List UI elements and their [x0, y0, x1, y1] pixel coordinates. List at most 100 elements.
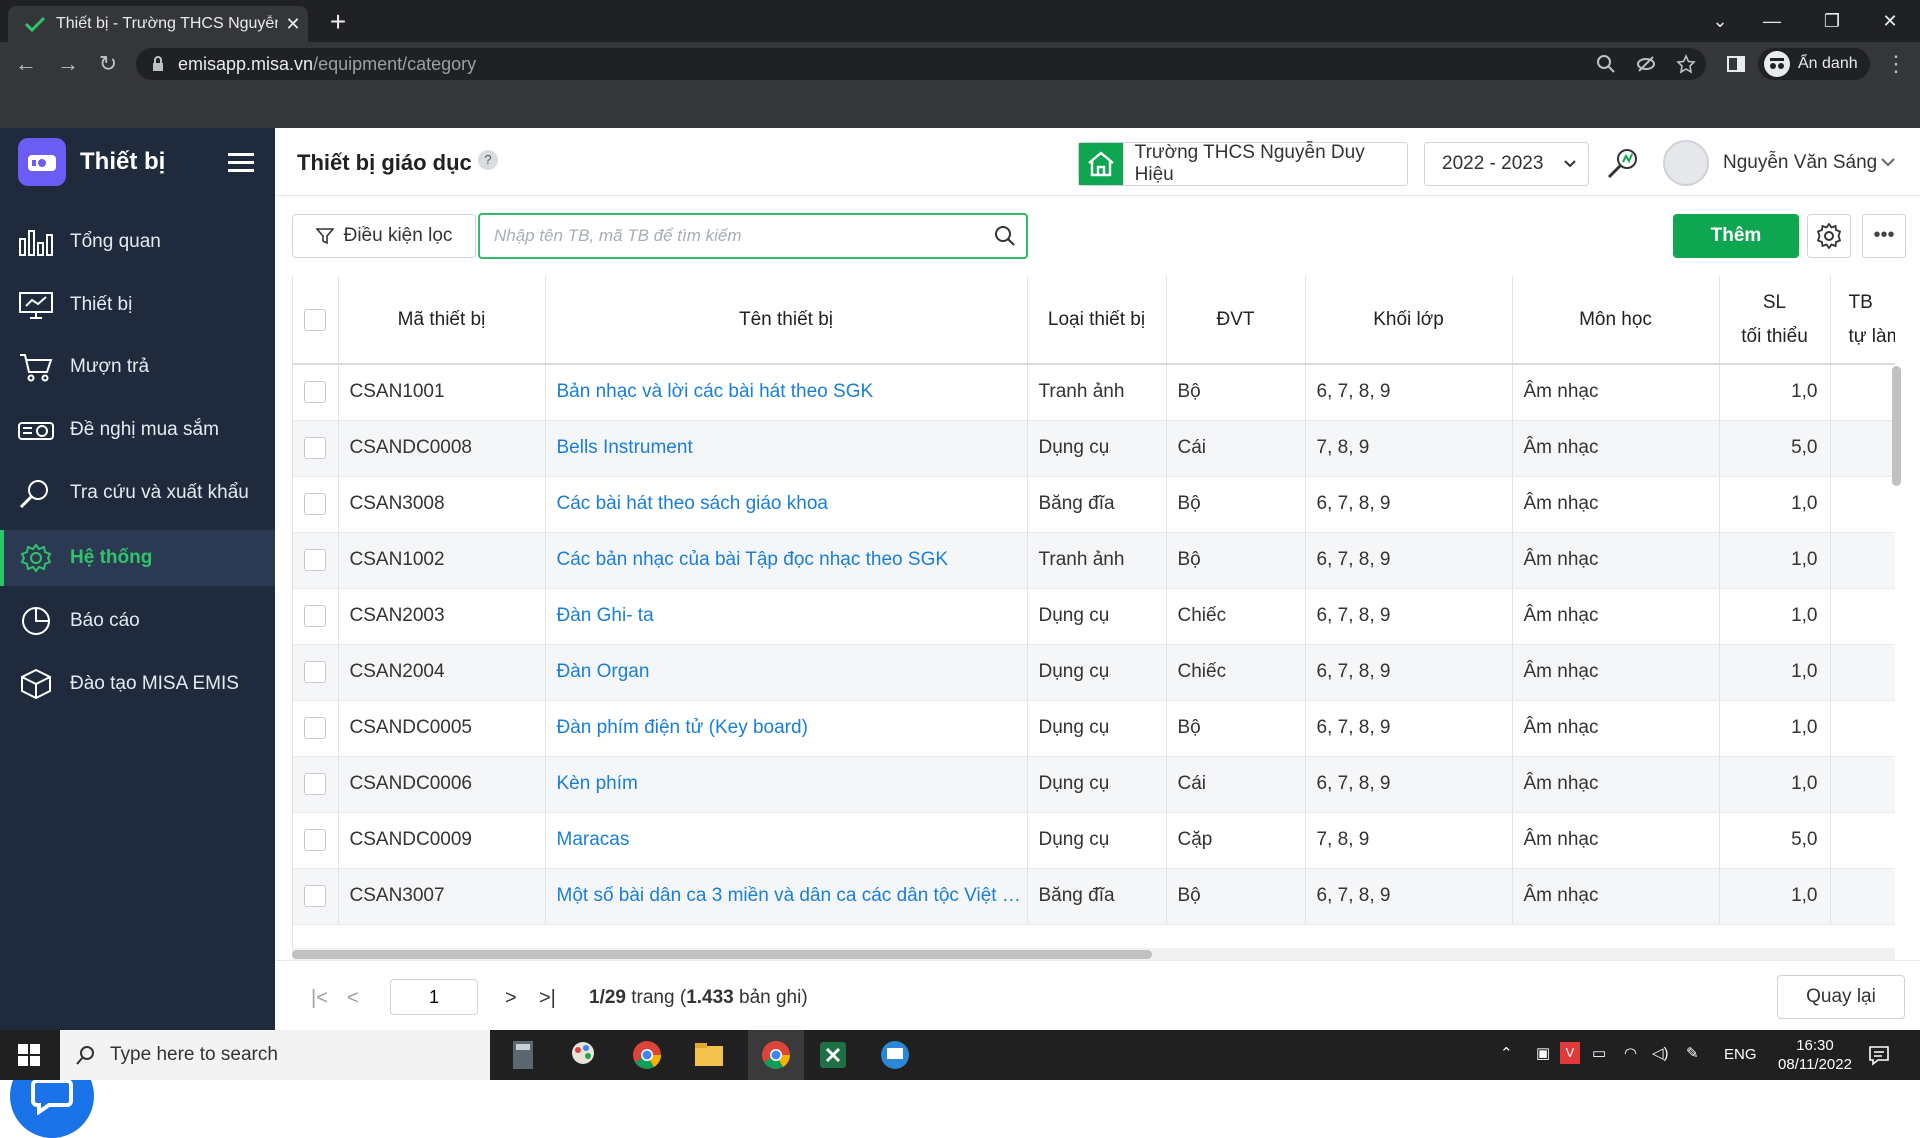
- clock[interactable]: 16:30 08/11/2022: [1778, 1036, 1852, 1074]
- user-name[interactable]: Nguyễn Văn Sáng: [1723, 152, 1877, 174]
- sidebar-item-muon-tra[interactable]: Mượn trả: [0, 339, 275, 395]
- row-checkbox-cell[interactable]: [293, 700, 339, 757]
- row-checkbox[interactable]: [304, 381, 327, 404]
- page-number-input[interactable]: 1: [390, 979, 478, 1015]
- forward-icon[interactable]: →: [54, 50, 82, 78]
- table-row[interactable]: CSAN3008 Các bài hát theo sách giáo khoa B…: [293, 476, 1895, 533]
- calculator-icon[interactable]: [506, 1038, 540, 1072]
- select-all-checkbox[interactable]: [304, 308, 327, 331]
- row-checkbox[interactable]: [304, 493, 327, 515]
- sidebar-item-tong-quan[interactable]: Tổng quan: [0, 214, 275, 270]
- table-row[interactable]: CSAN3007 Một số bài dân ca 3 miền và dân …: [293, 868, 1895, 925]
- column-header[interactable]: Mã thiết bị: [338, 276, 546, 365]
- equipment-name-cell[interactable]: Đàn Organ: [545, 644, 1028, 701]
- add-button[interactable]: Thêm: [1673, 214, 1799, 258]
- battery-icon[interactable]: ▭: [1592, 1044, 1606, 1062]
- row-checkbox-cell[interactable]: [293, 812, 339, 869]
- row-checkbox-cell[interactable]: [293, 532, 339, 589]
- equipment-name-cell[interactable]: Các bản nhạc của bài Tập đọc nhạc theo S…: [545, 532, 1028, 589]
- file-explorer-icon[interactable]: [692, 1038, 726, 1072]
- last-page-icon[interactable]: >|: [539, 987, 556, 1010]
- sidebar-item-thiet-bi[interactable]: Thiết bị: [0, 277, 275, 333]
- pen-icon[interactable]: ✎: [1686, 1044, 1699, 1062]
- language-indicator[interactable]: ENG: [1724, 1046, 1757, 1063]
- equipment-name-cell[interactable]: Maracas: [545, 812, 1028, 869]
- browser-tab[interactable]: Thiết bị - Trường THCS Nguyễn D ✕: [8, 6, 308, 42]
- taskbar-active-app[interactable]: [748, 1030, 804, 1080]
- table-row[interactable]: CSAN2004 Đàn Organ Dụng cụ Chiếc 6, 7, 8, 9Â…: [293, 644, 1895, 701]
- new-tab-button[interactable]: +: [322, 6, 354, 38]
- vertical-scrollbar-thumb[interactable]: [1892, 366, 1901, 486]
- equipment-name-cell[interactable]: Đàn Ghi- ta: [545, 588, 1028, 645]
- next-page-icon[interactable]: >: [505, 987, 517, 1010]
- row-checkbox[interactable]: [304, 605, 327, 627]
- help-icon[interactable]: ?: [478, 150, 498, 170]
- row-checkbox[interactable]: [304, 661, 327, 683]
- restore-button[interactable]: ❐: [1812, 6, 1852, 36]
- tray-app-icon[interactable]: ▣: [1536, 1044, 1550, 1062]
- excel-icon[interactable]: [816, 1038, 850, 1072]
- school-selector[interactable]: Trường THCS Nguyễn Duy Hiệu: [1078, 142, 1408, 186]
- tray-v-icon[interactable]: V: [1560, 1042, 1580, 1064]
- equipment-name-cell[interactable]: Một số bài dân ca 3 miền và dân ca các d…: [545, 868, 1028, 925]
- eye-off-icon[interactable]: [1636, 54, 1656, 74]
- address-bar[interactable]: emisapp.misa.vn/equipment/category: [136, 48, 1706, 80]
- row-checkbox[interactable]: [304, 549, 327, 571]
- table-row[interactable]: CSANDC0005 Đàn phím điện tử (Key board) Dụ…: [293, 700, 1895, 757]
- tab-search-icon[interactable]: ⌄: [1700, 6, 1740, 36]
- sidebar-item-he-thong[interactable]: Hệ thống: [0, 530, 275, 586]
- minimize-button[interactable]: —: [1752, 6, 1792, 36]
- table-row[interactable]: CSANDC0008 Bells Instrument Dụng cụ Cái 7, 8…: [293, 420, 1895, 477]
- column-header[interactable]: Môn học: [1512, 276, 1720, 365]
- select-all-header[interactable]: [293, 276, 339, 365]
- row-checkbox[interactable]: [304, 717, 327, 739]
- remote-desktop-icon[interactable]: [878, 1038, 912, 1072]
- column-header[interactable]: SL tối thiểu: [1719, 276, 1831, 365]
- avatar[interactable]: [1663, 140, 1709, 186]
- table-row[interactable]: CSANDC0009 Maracas Dụng cụ Cặp 7, 8, 9 Âm nhạ…: [293, 812, 1895, 869]
- search-icon[interactable]: [994, 225, 1016, 247]
- column-header[interactable]: TB tự làm: [1830, 276, 1895, 365]
- school-year-select[interactable]: 2022 - 2023: [1424, 142, 1589, 186]
- sidebar-item-bao-cao[interactable]: Báo cáo: [0, 593, 275, 649]
- scrollbar-thumb[interactable]: [292, 950, 1152, 959]
- horizontal-scrollbar[interactable]: [292, 948, 1895, 960]
- reload-icon[interactable]: ↻: [94, 50, 122, 78]
- back-button[interactable]: Quay lại: [1777, 975, 1905, 1019]
- row-checkbox-cell[interactable]: [293, 756, 339, 813]
- back-icon[interactable]: ←: [12, 50, 40, 78]
- row-checkbox-cell[interactable]: [293, 644, 339, 701]
- equipment-name-cell[interactable]: Bells Instrument: [545, 420, 1028, 477]
- row-checkbox-cell[interactable]: [293, 476, 339, 533]
- menu-toggle-icon[interactable]: [228, 152, 254, 174]
- sidepanel-icon[interactable]: [1726, 54, 1746, 74]
- star-icon[interactable]: [1676, 54, 1696, 74]
- more-options-button[interactable]: •••: [1862, 214, 1906, 258]
- close-window-button[interactable]: ✕: [1870, 6, 1910, 36]
- filter-button[interactable]: Điều kiện lọc: [292, 214, 476, 258]
- sidebar-item-de-nghi-mua-sam[interactable]: Đề nghị mua sắm: [0, 402, 275, 458]
- equipment-name-cell[interactable]: Các bài hát theo sách giáo khoa: [545, 476, 1028, 533]
- volume-icon[interactable]: ◁): [1652, 1044, 1669, 1062]
- wifi-icon[interactable]: ◠: [1624, 1044, 1637, 1062]
- chrome-icon[interactable]: [630, 1038, 664, 1072]
- first-page-icon[interactable]: |<: [311, 987, 328, 1010]
- prev-page-icon[interactable]: <: [347, 987, 359, 1010]
- equipment-name-cell[interactable]: Đàn phím điện tử (Key board): [545, 700, 1028, 757]
- taskbar-search[interactable]: Type here to search: [60, 1030, 490, 1080]
- search-tool-icon[interactable]: [1605, 146, 1641, 182]
- notification-icon[interactable]: [1868, 1044, 1890, 1066]
- row-checkbox[interactable]: [304, 437, 327, 459]
- column-header[interactable]: Khối lớp: [1305, 276, 1513, 365]
- sidebar-item-dao-tao[interactable]: Đào tạo MISA EMIS: [0, 656, 275, 712]
- zoom-icon[interactable]: [1596, 54, 1616, 74]
- row-checkbox[interactable]: [304, 829, 327, 851]
- equipment-name-cell[interactable]: Kèn phím: [545, 756, 1028, 813]
- table-row[interactable]: CSAN1002 Các bản nhạc của bài Tập đọc nhạ…: [293, 532, 1895, 589]
- row-checkbox-cell[interactable]: [293, 588, 339, 645]
- column-header[interactable]: Tên thiết bị: [545, 276, 1028, 365]
- sidebar-item-tra-cuu[interactable]: Tra cứu và xuất khẩu: [0, 465, 275, 521]
- search-box[interactable]: [478, 213, 1028, 259]
- equipment-name-cell[interactable]: Bản nhạc và lời các bài hát theo SGK: [545, 364, 1028, 421]
- column-header[interactable]: ĐVT: [1166, 276, 1306, 365]
